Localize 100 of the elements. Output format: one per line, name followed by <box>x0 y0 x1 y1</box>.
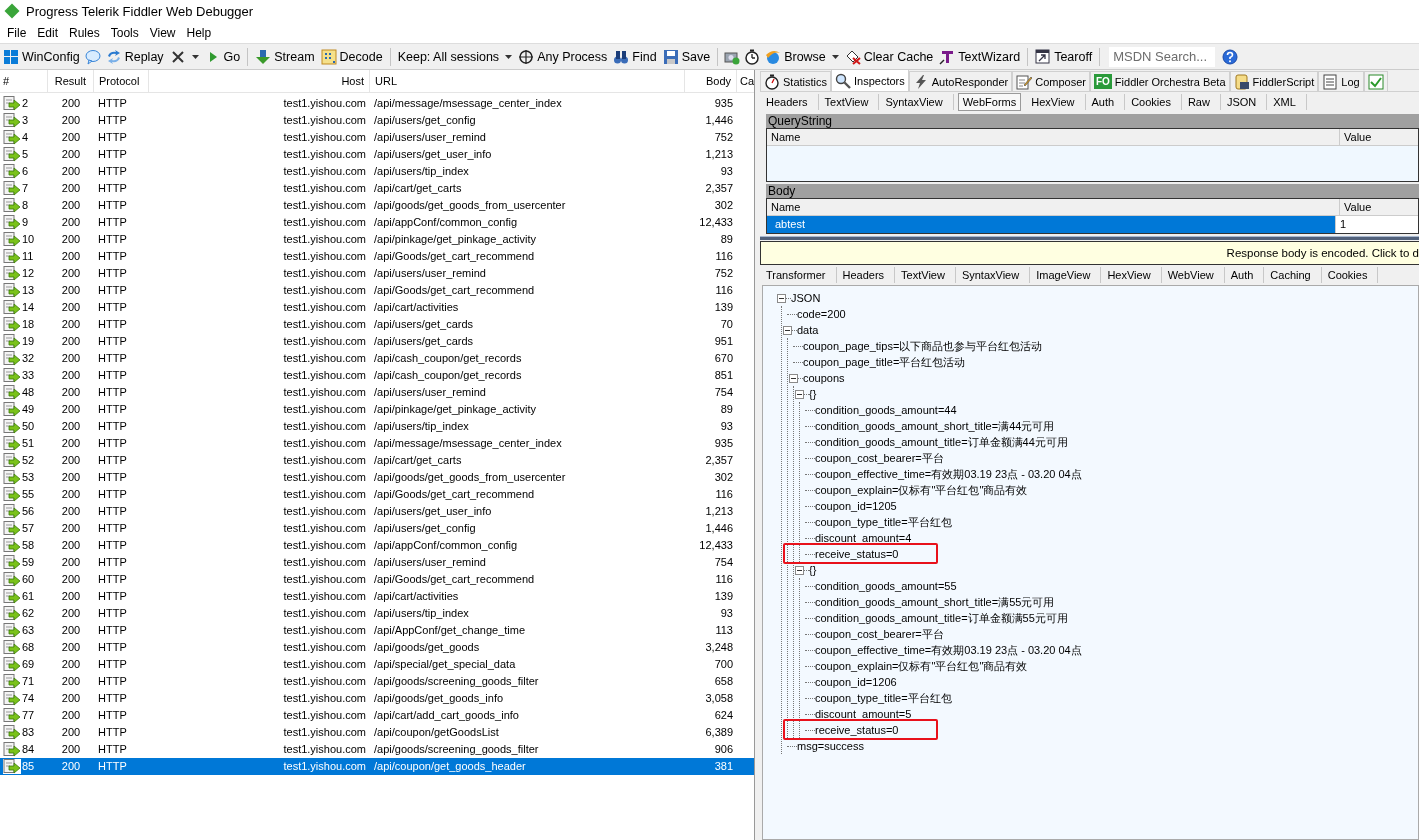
session-row[interactable]: 2 200 HTTP test1.yishou.com /api/message/msessage_center_index 935 <box>0 95 754 112</box>
tab[interactable]: Auth <box>1085 94 1126 110</box>
tab[interactable]: FO Fiddler Orchestra Beta <box>1089 71 1230 91</box>
toolbar-button[interactable]: Stream <box>252 46 318 67</box>
toolbar-button[interactable]: Clear Cache <box>841 46 937 67</box>
session-row[interactable]: 53 200 HTTP test1.yishou.com /api/goods/get_goods_from_usercenter 302 <box>0 469 754 486</box>
column-header[interactable]: Result <box>48 70 94 92</box>
column-header[interactable]: Ca <box>737 70 754 92</box>
session-row[interactable]: 62 200 HTTP test1.yishou.com /api/users/tip_index 93 <box>0 605 754 622</box>
session-row[interactable]: 63 200 HTTP test1.yishou.com /api/AppConf/get_change_time 113 <box>0 622 754 639</box>
tree-node[interactable]: coupon_cost_bearer=平台 <box>815 626 944 642</box>
keep-sessions-dropdown[interactable]: Keep: All sessions <box>394 47 516 66</box>
session-row[interactable]: 50 200 HTTP test1.yishou.com /api/users/tip_index 93 <box>0 418 754 435</box>
column-header[interactable]: Value <box>1340 129 1376 145</box>
collapse-icon[interactable] <box>783 325 792 335</box>
toolbar-button[interactable]: TextWizard <box>936 46 1024 67</box>
session-row[interactable]: 68 200 HTTP test1.yishou.com /api/goods/get_goods 3,248 <box>0 639 754 656</box>
session-row[interactable]: 61 200 HTTP test1.yishou.com /api/cart/activities 139 <box>0 588 754 605</box>
toolbar-menu-button[interactable]: Browse <box>762 46 842 67</box>
toolbar-button[interactable]: WinConfig <box>0 46 83 67</box>
tab[interactable]: HexView <box>1025 94 1086 110</box>
toolbar-button[interactable]: Go <box>201 46 244 67</box>
tab[interactable]: SyntaxView <box>879 94 954 110</box>
session-row[interactable]: 48 200 HTTP test1.yishou.com /api/users/user_remind 754 <box>0 384 754 401</box>
session-row[interactable]: 69 200 HTTP test1.yishou.com /api/special/get_special_data 700 <box>0 656 754 673</box>
session-row[interactable]: 33 200 HTTP test1.yishou.com /api/cash_coupon/get_records 851 <box>0 367 754 384</box>
collapse-icon[interactable] <box>795 389 804 399</box>
tree-node[interactable]: condition_goods_amount=55 <box>815 580 957 592</box>
tab[interactable]: Caching <box>1264 267 1322 283</box>
tree-node[interactable]: coupon_type_title=平台红包 <box>815 690 952 706</box>
session-row[interactable]: 51 200 HTTP test1.yishou.com /api/message/msessage_center_index 935 <box>0 435 754 452</box>
menu-item[interactable]: View <box>144 25 182 40</box>
tab[interactable]: Inspectors <box>831 70 909 91</box>
toolbar-button[interactable]: Find <box>610 46 660 67</box>
checkbox[interactable] <box>1367 73 1384 90</box>
column-header[interactable]: Host <box>149 70 370 92</box>
menu-item[interactable]: Edit <box>32 25 65 40</box>
tab[interactable]: Cookies <box>1125 94 1182 110</box>
tree-node[interactable]: coupon_id=1206 <box>815 676 897 688</box>
tree-node[interactable]: condition_goods_amount=44 <box>815 404 957 416</box>
tab[interactable]: Headers <box>760 94 819 110</box>
tab[interactable]: Statistics <box>760 71 831 91</box>
toolbar-button[interactable]: Tearoff <box>1032 46 1096 67</box>
notice-bar[interactable]: Response body is encoded. Click to d <box>760 241 1419 265</box>
tree-node[interactable]: condition_goods_amount_title=订单金额满55元可用 <box>815 610 1068 626</box>
menu-item[interactable]: Help <box>181 25 218 40</box>
tab[interactable]: XML <box>1267 94 1307 110</box>
toolbar-button[interactable]: Replay <box>102 46 167 67</box>
table-cell[interactable]: abtest <box>767 216 1336 233</box>
tab[interactable]: SyntaxView <box>955 267 1031 283</box>
tab[interactable]: Cookies <box>1321 267 1379 283</box>
tree-node[interactable]: coupons <box>803 372 845 384</box>
search-field[interactable]: MSDN Search... <box>1108 45 1217 68</box>
session-row[interactable]: 71 200 HTTP test1.yishou.com /api/goods/screening_goods_filter 658 <box>0 673 754 690</box>
session-row[interactable]: 3 200 HTTP test1.yishou.com /api/users/get_config 1,446 <box>0 112 754 129</box>
tab[interactable]: WebView <box>1161 267 1225 283</box>
tree-node[interactable]: JSON <box>791 292 821 304</box>
tab[interactable]: Composer <box>1012 71 1090 91</box>
column-header[interactable]: Name <box>767 199 1340 215</box>
tree-node[interactable]: receive_status=0 <box>815 724 899 736</box>
session-row[interactable]: 8 200 HTTP test1.yishou.com /api/goods/get_goods_from_usercenter 302 <box>0 197 754 214</box>
tab[interactable]: JSON <box>1220 94 1268 110</box>
column-header[interactable]: Protocol <box>94 70 149 92</box>
tree-node[interactable]: data <box>797 324 819 336</box>
session-row[interactable]: 6 200 HTTP test1.yishou.com /api/users/tip_index 93 <box>0 163 754 180</box>
session-row[interactable]: 32 200 HTTP test1.yishou.com /api/cash_coupon/get_records 670 <box>0 350 754 367</box>
column-header[interactable]: # <box>0 70 48 92</box>
tree-node[interactable]: {} <box>809 564 817 576</box>
tree-node[interactable]: code=200 <box>797 308 846 320</box>
tab[interactable]: Log <box>1318 71 1364 91</box>
tree-node[interactable]: receive_status=0 <box>815 548 899 560</box>
session-row[interactable]: 74 200 HTTP test1.yishou.com /api/goods/get_goods_info 3,058 <box>0 690 754 707</box>
tab[interactable]: ImageView <box>1030 267 1102 283</box>
tab[interactable]: Headers <box>836 267 896 283</box>
toolbar-button[interactable]: Decode <box>317 46 386 67</box>
session-row[interactable]: 11 200 HTTP test1.yishou.com /api/Goods/get_cart_recommend 116 <box>0 248 754 265</box>
session-row[interactable]: 58 200 HTTP test1.yishou.com /api/appConf/common_config 12,433 <box>0 537 754 554</box>
column-header[interactable]: URL <box>370 70 685 92</box>
collapse-icon[interactable] <box>789 373 798 383</box>
toolbar-button[interactable]: Any Process <box>515 46 611 67</box>
session-row[interactable]: 4 200 HTTP test1.yishou.com /api/users/user_remind 752 <box>0 129 754 146</box>
tab[interactable]: AutoResponder <box>908 71 1013 91</box>
session-row[interactable]: 84 200 HTTP test1.yishou.com /api/goods/screening_goods_filter 906 <box>0 741 754 758</box>
tree-node[interactable]: coupon_cost_bearer=平台 <box>815 450 944 466</box>
session-row[interactable]: 52 200 HTTP test1.yishou.com /api/cart/get_carts 2,357 <box>0 452 754 469</box>
tree-node[interactable]: discount_amount=4 <box>815 532 912 544</box>
session-row[interactable]: 60 200 HTTP test1.yishou.com /api/Goods/get_cart_recommend 116 <box>0 571 754 588</box>
toolbar-button[interactable]: Save <box>659 46 714 67</box>
tree-node[interactable]: coupon_page_tips=以下商品也参与平台红包活动 <box>803 338 1043 354</box>
session-row[interactable]: 77 200 HTTP test1.yishou.com /api/cart/add_cart_goods_info 624 <box>0 707 754 724</box>
tab[interactable]: Auth <box>1224 267 1265 283</box>
session-row[interactable]: 12 200 HTTP test1.yishou.com /api/users/user_remind 752 <box>0 265 754 282</box>
tab[interactable]: Raw <box>1181 94 1221 110</box>
tree-node[interactable]: coupon_effective_time=有效期03.19 23点 - 03.20 04点 <box>815 466 1082 482</box>
tree-node[interactable]: discount_amount=5 <box>815 708 912 720</box>
collapse-icon[interactable] <box>777 293 786 303</box>
session-row[interactable]: 18 200 HTTP test1.yishou.com /api/users/get_cards 70 <box>0 316 754 333</box>
tree-node[interactable]: condition_goods_amount_title=订单金额满44元可用 <box>815 434 1068 450</box>
tree-node[interactable]: {} <box>809 388 817 400</box>
collapse-icon[interactable] <box>795 565 804 575</box>
